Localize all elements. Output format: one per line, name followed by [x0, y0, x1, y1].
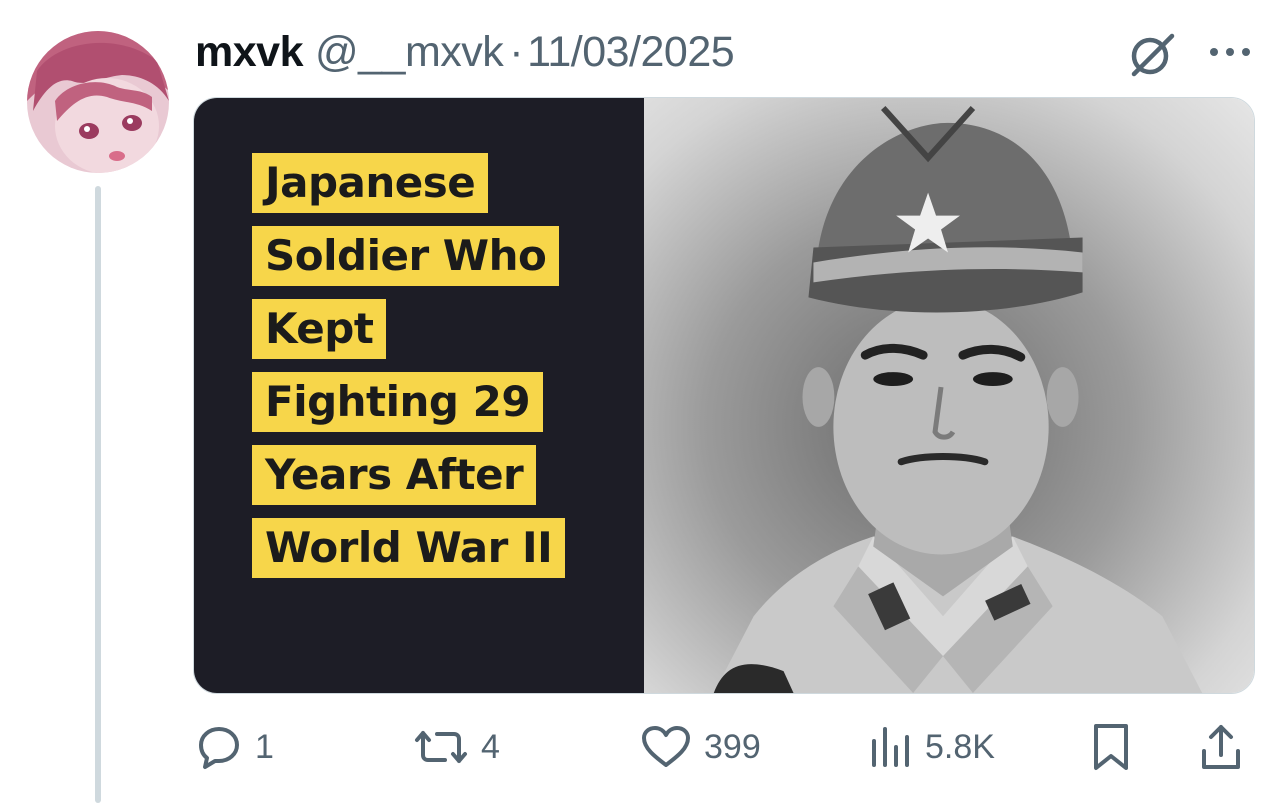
- headline-line: World War II: [252, 518, 566, 578]
- portrait-illustration: [713, 105, 1203, 693]
- share-icon: [1199, 721, 1243, 773]
- like-count: 399: [704, 727, 761, 766]
- retweet-icon: [413, 723, 469, 771]
- media-text-panel: Japanese Soldier Who Kept Fighting 29 Ye…: [194, 98, 644, 693]
- retweet-count: 4: [481, 727, 500, 766]
- headline-line: Years After: [252, 445, 537, 505]
- grok-icon[interactable]: [1126, 28, 1178, 80]
- action-bar: 1 4 399 5.8K: [195, 715, 1255, 779]
- media-headline: Japanese Soldier Who Kept Fighting 29 Ye…: [252, 153, 566, 591]
- share-button[interactable]: [1199, 715, 1243, 779]
- avatar[interactable]: [27, 31, 169, 173]
- thread-line: [95, 186, 101, 803]
- tweet-header: mxvk @__mxvk · 11/03/2025: [195, 26, 735, 78]
- more-icon[interactable]: [1206, 44, 1254, 60]
- reply-button[interactable]: 1: [195, 715, 274, 779]
- reply-count: 1: [255, 727, 274, 766]
- soldier-photo: [644, 98, 1254, 693]
- headline-line: Fighting 29: [252, 372, 544, 432]
- bookmark-button[interactable]: [1091, 715, 1131, 779]
- retweet-button[interactable]: 4: [413, 715, 500, 779]
- headline-line: Kept: [252, 299, 387, 359]
- avatar-image: [27, 31, 169, 173]
- headline-line: Japanese: [252, 153, 489, 213]
- header-separator: ·: [509, 27, 524, 76]
- headline-line: Soldier Who: [252, 226, 560, 286]
- views-count: 5.8K: [925, 727, 995, 766]
- display-name[interactable]: mxvk: [195, 28, 303, 77]
- tweet-media[interactable]: Japanese Soldier Who Kept Fighting 29 Ye…: [193, 97, 1255, 694]
- like-button[interactable]: 399: [640, 715, 761, 779]
- heart-icon: [640, 723, 692, 771]
- views-button[interactable]: 5.8K: [869, 715, 995, 779]
- reply-icon: [195, 723, 243, 771]
- user-handle[interactable]: @__mxvk: [315, 28, 504, 77]
- tweet-date[interactable]: 11/03/2025: [527, 28, 735, 77]
- bookmark-icon: [1091, 721, 1131, 773]
- views-icon: [869, 723, 913, 771]
